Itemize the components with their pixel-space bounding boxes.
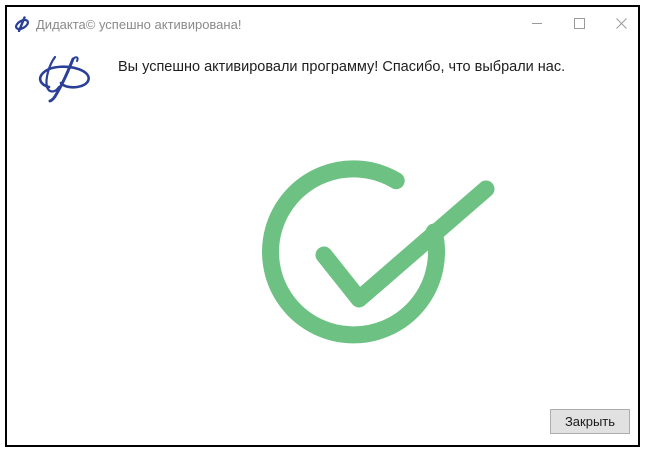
minimize-button[interactable]: [515, 7, 561, 39]
window-title: Дидакта© успешно активирована!: [36, 17, 242, 32]
maximize-button[interactable]: [557, 7, 603, 39]
close-window-button[interactable]: [599, 7, 638, 39]
close-icon: [616, 18, 627, 29]
maximize-icon: [574, 18, 585, 29]
close-button[interactable]: Закрыть: [550, 409, 630, 434]
success-checkmark-icon: [256, 147, 496, 357]
title-bar[interactable]: Дидакта© успешно активирована!: [7, 7, 638, 41]
didakta-logo-icon: [33, 53, 103, 105]
activation-dialog: Дидакта© успешно активирована! Вы успешн…: [5, 5, 640, 447]
didakta-app-icon: [14, 16, 30, 33]
activation-message: Вы успешно активировали программу! Спаси…: [118, 59, 566, 75]
minimize-icon: [532, 23, 542, 24]
